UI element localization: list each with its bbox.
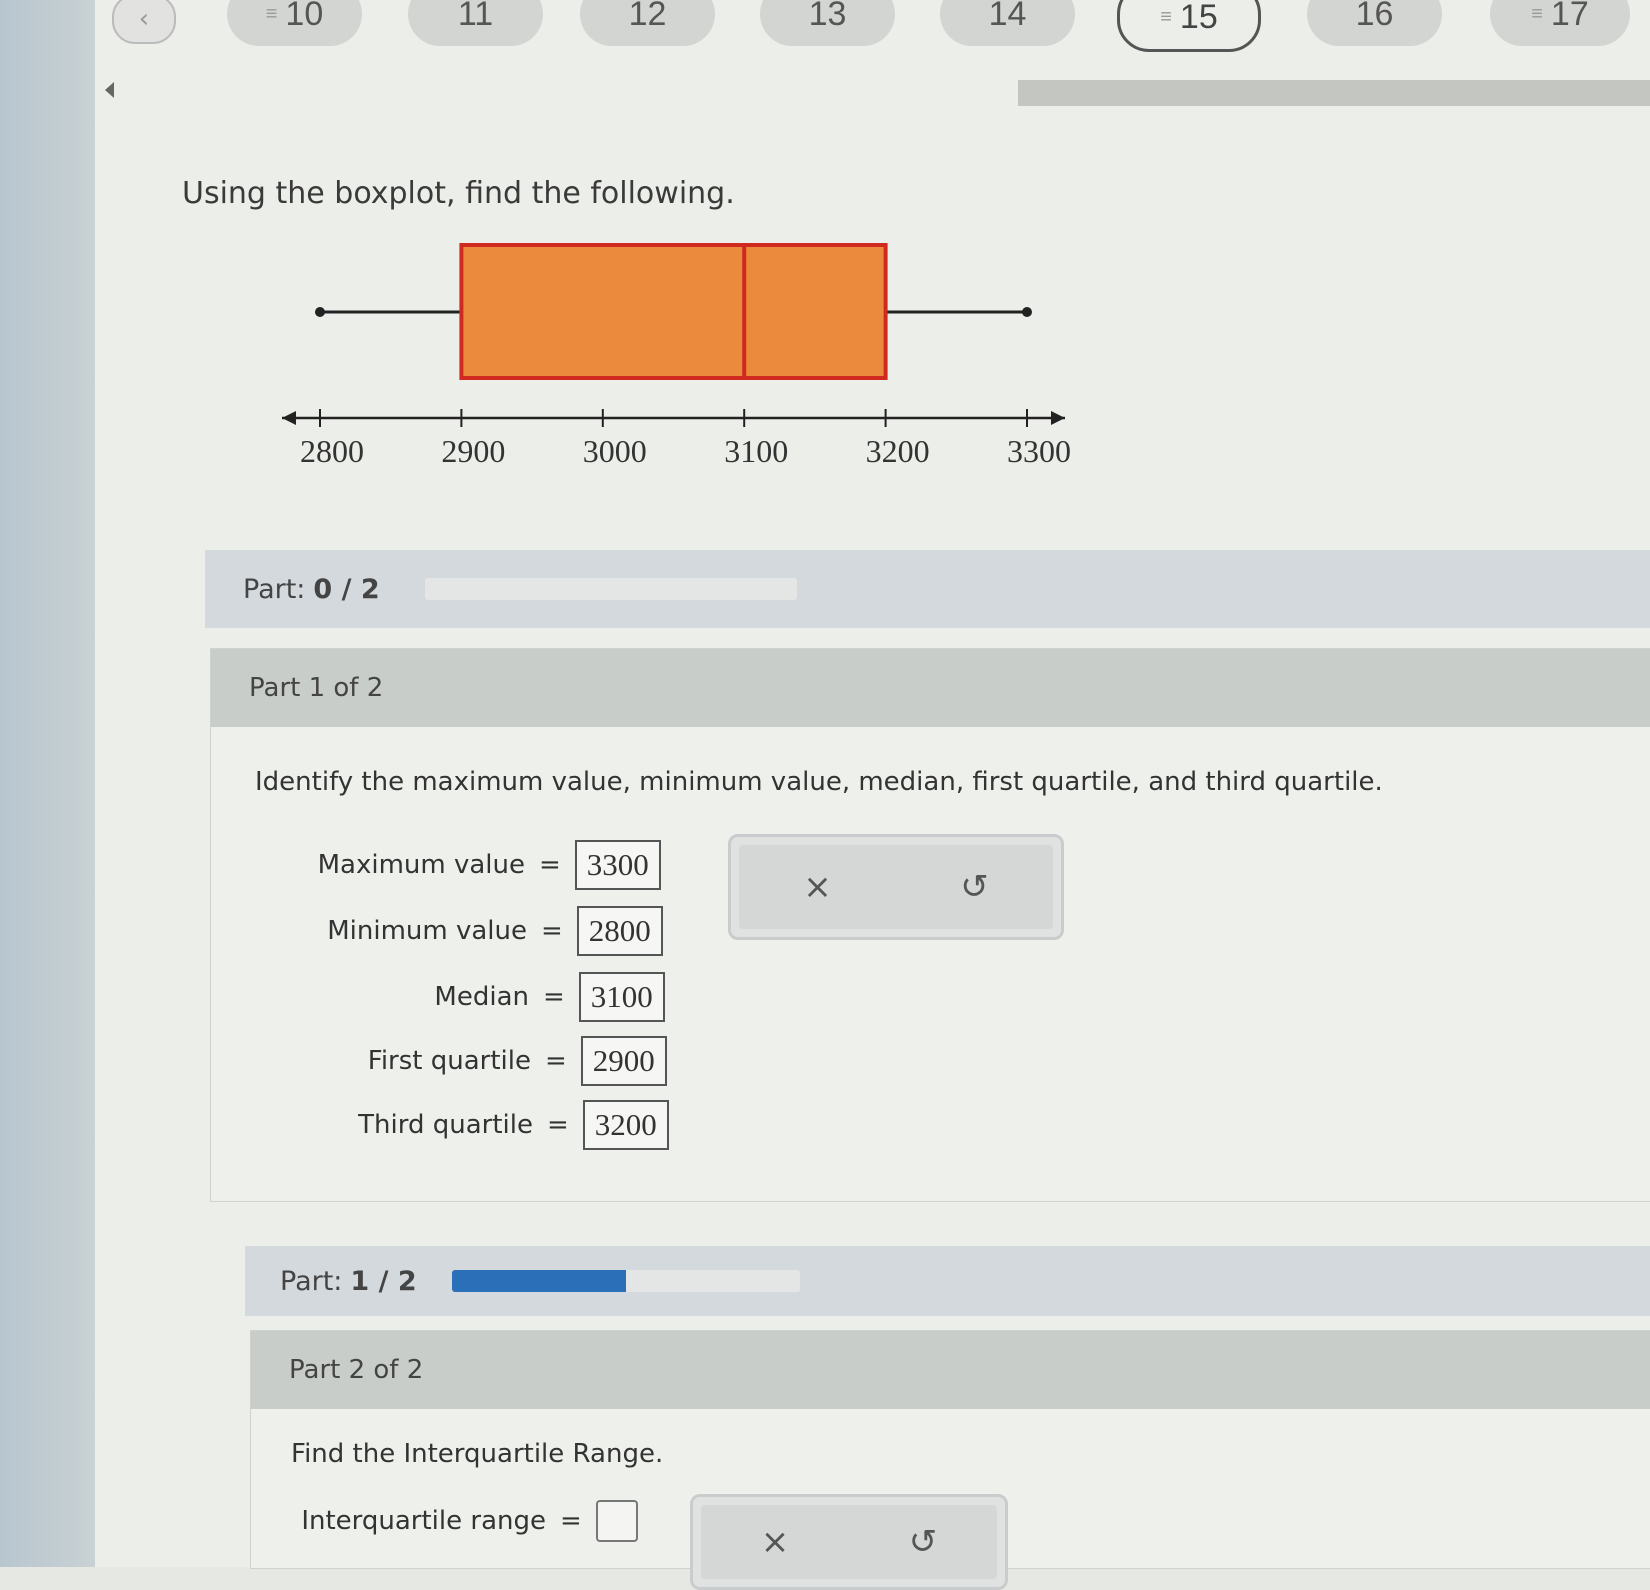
x-tick-label: 2900	[441, 433, 505, 469]
max-row: Maximum value = 3300	[280, 840, 661, 890]
x-tick-label: 3200	[866, 433, 930, 469]
iqr-label: Interquartile range	[301, 1506, 546, 1536]
x-tick-label: 3100	[724, 433, 788, 469]
x-tick-label: 3300	[1007, 433, 1071, 469]
undo-icon[interactable]: ↺	[960, 867, 989, 907]
flag-icon: ≡	[265, 2, 278, 25]
max-input[interactable]: 3300	[574, 840, 661, 890]
part-status-value: 1 / 2	[350, 1265, 417, 1297]
x-tick-label: 2800	[300, 433, 364, 469]
axis-arrow-right	[1051, 411, 1065, 425]
part-status-value: 0 / 2	[313, 573, 380, 605]
part-status-label: Part:	[243, 573, 306, 605]
part-status-1: Part: 0 / 2	[205, 550, 1650, 628]
q3-input[interactable]: 3200	[582, 1100, 669, 1150]
part-progress-1	[425, 578, 797, 600]
top-progress-bar	[1018, 80, 1650, 106]
min-input[interactable]: 2800	[576, 906, 663, 956]
iqr-box	[459, 243, 888, 380]
question-pill-12[interactable]: 12	[580, 0, 715, 46]
question-pill-17[interactable]: ≡ 17	[1490, 0, 1630, 46]
x-tick-label: 3000	[583, 433, 647, 469]
question-prompt: Using the boxplot, find the following.	[182, 176, 735, 211]
boxplot-chart: 2800 2900 3000 3100 3200 3300	[282, 243, 1071, 469]
q1-label: First quartile	[367, 1046, 531, 1076]
part-progress-2	[452, 1270, 800, 1292]
min-point	[315, 307, 325, 317]
part-1-instruction: Identify the maximum value, minimum valu…	[255, 767, 1383, 797]
iqr-row: Interquartile range =	[300, 1500, 638, 1542]
part-2-tools: × ↺	[690, 1494, 1008, 1590]
part-1-header: Part 1 of 2	[211, 649, 1650, 727]
part-1-tools: × ↺	[728, 834, 1064, 940]
axis-arrow-left	[282, 411, 296, 425]
q1-input[interactable]: 2900	[580, 1036, 667, 1086]
close-icon[interactable]: ×	[761, 1522, 790, 1562]
question-pill-10[interactable]: ≡ 10	[227, 0, 362, 46]
max-label: Maximum value	[317, 850, 525, 880]
q3-row: Third quartile = 3200	[280, 1100, 669, 1150]
undo-icon[interactable]: ↺	[909, 1522, 938, 1562]
median-row: Median = 3100	[280, 972, 665, 1022]
flag-icon: ≡	[1531, 2, 1543, 25]
q1-row: First quartile = 2900	[280, 1036, 667, 1086]
max-point	[1022, 307, 1032, 317]
question-pill-15[interactable]: ≡ 15	[1117, 0, 1261, 52]
question-pill-16[interactable]: 16	[1307, 0, 1442, 46]
iqr-input[interactable]	[595, 1500, 638, 1542]
question-pill-11[interactable]: 11	[408, 0, 543, 46]
close-icon[interactable]: ×	[803, 867, 832, 907]
part-2-instruction: Find the Interquartile Range.	[291, 1439, 664, 1469]
median-input[interactable]: 3100	[578, 972, 665, 1022]
question-pill-13[interactable]: 13	[760, 0, 895, 46]
collapse-arrow-icon[interactable]	[105, 82, 114, 98]
progress-fill	[452, 1270, 626, 1292]
median-label: Median	[434, 982, 529, 1012]
question-pill-14[interactable]: 14	[940, 0, 1075, 46]
min-row: Minimum value = 2800	[280, 906, 663, 956]
chevron-left-icon: ‹	[138, 4, 150, 34]
part-status-label: Part:	[280, 1265, 343, 1297]
min-label: Minimum value	[327, 916, 527, 946]
question-nav: ‹ ≡ 10 11 12 13 14 ≡ 15 16 ≡ 17	[0, 0, 1650, 60]
flag-icon: ≡	[1160, 5, 1172, 28]
part-2-header: Part 2 of 2	[251, 1331, 1650, 1409]
nav-back-button[interactable]: ‹	[112, 0, 176, 44]
q3-label: Third quartile	[358, 1110, 533, 1140]
